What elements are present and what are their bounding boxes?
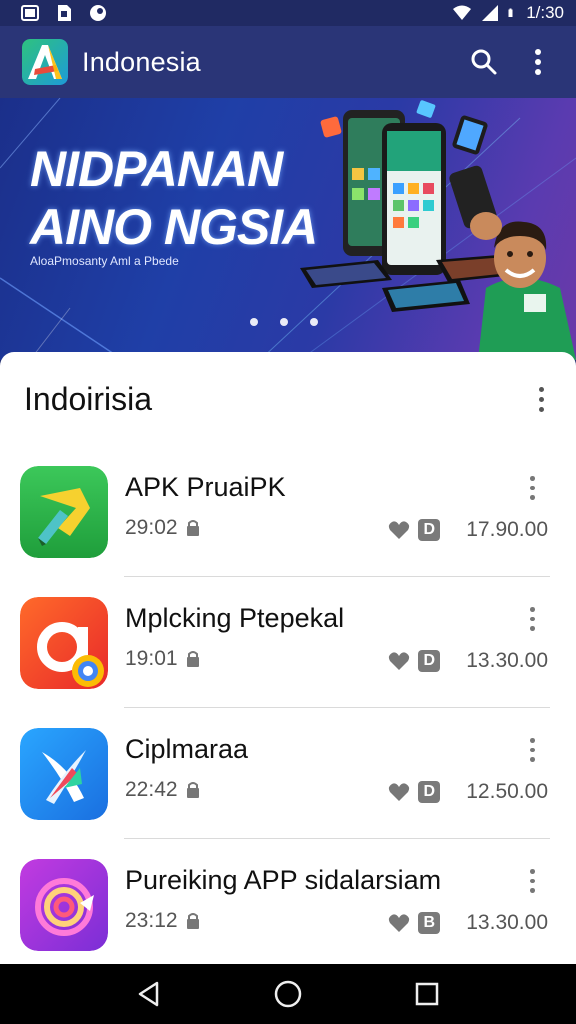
section-more-button[interactable]: [526, 379, 556, 419]
app-name: Ciplmaraa: [125, 734, 249, 764]
app-info: Pureiking APP sidalarsiam 23:12 B 13.30.…: [125, 839, 576, 964]
app-name: APK PruaiPK: [125, 472, 286, 502]
row-meta: D 17.90.00: [388, 518, 548, 542]
status-badge: D: [418, 781, 441, 803]
app-time: 22:42: [125, 778, 200, 802]
app-bar: Indonesia: [0, 26, 576, 98]
status-time: 1/:30: [526, 3, 564, 22]
notification-icon: [90, 5, 106, 21]
app-time: 23:12: [125, 909, 200, 933]
section-title: Indoirisia: [24, 380, 153, 417]
app-info: APK PruaiPK 29:02 D 17.90.00: [125, 446, 576, 577]
wifi-icon: [453, 5, 472, 20]
green-pen-app-icon: [20, 465, 108, 558]
banner-page-indicator[interactable]: [250, 318, 318, 326]
app-logo-a-icon: [22, 39, 68, 85]
app-title: Indonesia: [82, 46, 201, 77]
home-button[interactable]: [264, 970, 312, 1018]
app-list-card: Indoirisia APK PruaiPK 29:02 D 17.90.00 …: [0, 352, 576, 964]
list-item[interactable]: APK PruaiPK 29:02 D 17.90.00: [0, 446, 576, 577]
search-button[interactable]: [464, 42, 504, 82]
app-time: 29:02: [125, 516, 200, 540]
section-header: Indoirisia: [0, 352, 576, 446]
heart-icon[interactable]: [388, 651, 410, 671]
promo-banner[interactable]: NIDPANAN AINO NGSIA AloaPmosanty Aml a P…: [0, 98, 576, 360]
row-meta: B 13.30.00: [388, 911, 548, 935]
lock-icon: [186, 520, 199, 536]
banner-title-line2: AINO NGSIA: [30, 199, 318, 255]
row-more-button[interactable]: [522, 738, 542, 763]
recents-icon: [415, 982, 438, 1006]
status-bar: 1/:30: [0, 0, 576, 26]
lock-icon: [186, 782, 199, 798]
heart-icon[interactable]: [388, 520, 410, 540]
status-right-icons: 1/:30: [452, 3, 564, 23]
overflow-menu-button[interactable]: [518, 42, 558, 82]
back-button[interactable]: [125, 970, 173, 1018]
list-item[interactable]: Mplcking Ptepekal 19:01 D 13.30.00: [0, 577, 576, 708]
status-badge: D: [418, 519, 441, 541]
row-meta: D 12.50.00: [388, 780, 548, 804]
back-icon: [139, 981, 159, 1007]
lock-icon: [186, 651, 199, 667]
sim-icon: [58, 5, 71, 21]
system-nav-bar: [0, 964, 576, 1024]
home-icon: [274, 980, 302, 1008]
status-badge: D: [418, 650, 441, 672]
app-time-text: 19:01: [125, 647, 178, 670]
status-badge: B: [418, 912, 441, 934]
recents-button[interactable]: [403, 970, 451, 1018]
list-item[interactable]: Pureiking APP sidalarsiam 23:12 B 13.30.…: [0, 839, 576, 964]
row-more-button[interactable]: [522, 869, 542, 894]
more-vert-icon: [535, 49, 541, 75]
banner-title-line1: NIDPANAN: [30, 141, 283, 197]
app-info: Ciplmaraa 22:42 D 12.50.00: [125, 708, 576, 839]
row-more-button[interactable]: [522, 476, 542, 501]
app-size: 12.50.00: [466, 780, 548, 803]
app-time: 19:01: [125, 647, 200, 671]
app-name: Pureiking APP sidalarsiam: [125, 865, 442, 895]
row-more-button[interactable]: [522, 607, 542, 632]
more-vert-icon: [538, 386, 544, 392]
app-name: Mplcking Ptepekal: [125, 603, 345, 633]
phone-illustration-front: [382, 123, 446, 275]
heart-icon[interactable]: [388, 913, 410, 933]
gallery-icon: [21, 5, 39, 21]
app-time-text: 29:02: [125, 516, 178, 539]
search-icon: [471, 49, 497, 75]
heart-icon[interactable]: [388, 782, 410, 802]
blue-feather-app-icon: [20, 727, 108, 820]
list-item[interactable]: Ciplmaraa 22:42 D 12.50.00: [0, 708, 576, 839]
app-time-text: 22:42: [125, 778, 178, 801]
signal-icon: [482, 5, 499, 21]
banner-subtitle: AloaPmosanty Aml a Pbede: [30, 254, 179, 268]
status-left-icons: [20, 3, 108, 23]
battery-icon: [508, 8, 513, 17]
orange-a-app-icon: [20, 596, 108, 689]
page-dot-3[interactable]: [310, 318, 318, 326]
row-meta: D 13.30.00: [388, 649, 548, 673]
lock-icon: [186, 913, 199, 929]
app-size: 17.90.00: [466, 518, 548, 541]
app-size: 13.30.00: [466, 911, 548, 934]
purple-swirl-app-icon: [20, 858, 108, 951]
page-dot-1[interactable]: [250, 318, 258, 326]
app-size: 13.30.00: [466, 649, 548, 672]
app-time-text: 23:12: [125, 909, 178, 932]
app-info: Mplcking Ptepekal 19:01 D 13.30.00: [125, 577, 576, 708]
page-dot-2[interactable]: [280, 318, 288, 326]
